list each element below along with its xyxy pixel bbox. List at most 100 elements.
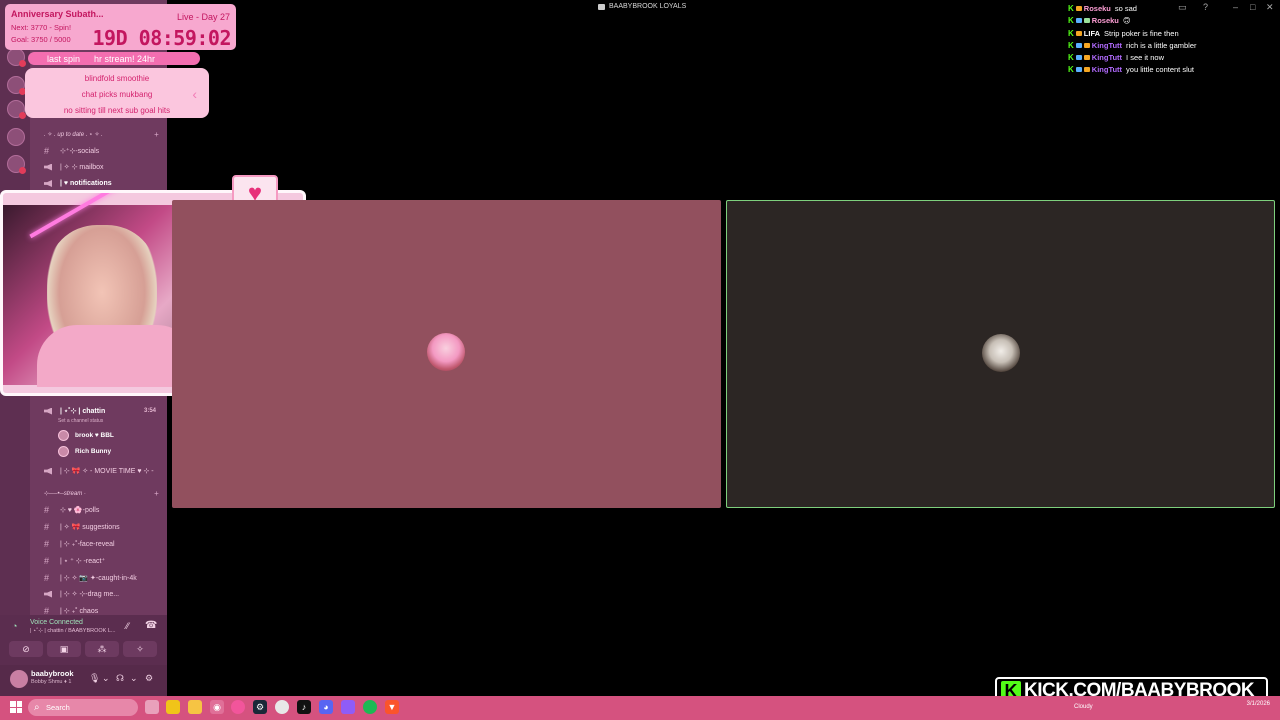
server-icon[interactable] bbox=[7, 128, 25, 146]
user-status: Bobby Shmu ♦ 1 bbox=[31, 679, 72, 685]
speaker-icon bbox=[44, 407, 52, 415]
camera-off-button[interactable]: ⊘ bbox=[9, 641, 43, 657]
channel-item[interactable]: # ⊹ ♥ 🌸-polls bbox=[44, 505, 99, 515]
steam-icon[interactable]: ⚙ bbox=[253, 700, 267, 714]
voice-user-name: brook ♥ BBL bbox=[75, 432, 114, 439]
chat-message: K Roseku 🙃 bbox=[1068, 16, 1131, 25]
server-icon[interactable] bbox=[7, 48, 26, 67]
chat-message: K LIFA Strip poker is fine then bbox=[1068, 29, 1179, 38]
call-tile-self[interactable] bbox=[172, 200, 721, 508]
channel-item[interactable]: # ⊹⁺⊹-socials bbox=[44, 146, 99, 156]
kick-badge-icon: K bbox=[1068, 41, 1074, 50]
brave-icon[interactable]: ▼ bbox=[385, 700, 399, 714]
channel-status[interactable]: Set a channel status bbox=[58, 418, 103, 424]
server-icon[interactable] bbox=[7, 76, 26, 95]
chevron-down-icon[interactable]: ⌄ bbox=[102, 673, 110, 684]
channel-label: | ✧ ⊹ mailbox bbox=[60, 164, 104, 171]
wheel-item: no sitting till next sub goal hits bbox=[63, 106, 171, 115]
username: baabybrook bbox=[31, 669, 74, 678]
gear-icon[interactable]: ⚙ bbox=[145, 673, 153, 684]
chat-message: K Roseku so sad bbox=[1068, 4, 1137, 13]
kick-badge-icon: K bbox=[1068, 65, 1074, 74]
soundboard-button[interactable]: ✧ bbox=[123, 641, 157, 657]
inbox-icon[interactable]: ▭ bbox=[1178, 2, 1187, 13]
voice-location[interactable]: | ⋆˚⊹ | chattin / BAABYBROOK L... bbox=[30, 628, 116, 634]
category-header[interactable]: ⊹──•─stream · + bbox=[44, 489, 159, 498]
hash-icon: # bbox=[44, 556, 50, 566]
channel-item[interactable]: | ✧ ⊹ mailbox bbox=[44, 163, 104, 171]
kick-badge-icon: K bbox=[1068, 53, 1074, 62]
subathon-title: Anniversary Subath... bbox=[11, 9, 104, 19]
taskbar: Search ◉ ⚙ ♪ ◕ ▼ Cloudy 3/1/2026 bbox=[0, 696, 1280, 720]
chat-text: so sad bbox=[1114, 4, 1137, 13]
diamond-badge-icon bbox=[1075, 67, 1082, 72]
task-view-icon[interactable] bbox=[145, 700, 159, 714]
chrome-icon[interactable] bbox=[275, 700, 289, 714]
windows-start-icon[interactable] bbox=[10, 701, 22, 713]
speaker-icon bbox=[44, 163, 52, 171]
voice-user[interactable]: Rich Bunny bbox=[58, 446, 111, 457]
chevron-down-icon[interactable]: ⌄ bbox=[130, 673, 138, 684]
server-icon[interactable] bbox=[7, 155, 26, 174]
channel-label: | ⊹ ₊˚-face-reveal bbox=[60, 541, 115, 548]
category-header[interactable]: . ✧ . up to date . ⋆ ✧ . + bbox=[44, 130, 159, 139]
crown-badge-icon bbox=[1083, 67, 1090, 72]
avatar bbox=[427, 333, 465, 371]
help-icon[interactable]: ? bbox=[1203, 2, 1208, 12]
system-clock[interactable]: 3/1/2026 bbox=[1247, 700, 1270, 708]
hash-icon: # bbox=[44, 573, 50, 583]
sticky-notes-icon[interactable] bbox=[166, 700, 180, 714]
channel-item[interactable]: # | ⊹ ₊˚-face-reveal bbox=[44, 539, 115, 549]
hash-icon: # bbox=[44, 522, 50, 532]
channel-item[interactable]: # | ✧ 🎀 suggestions bbox=[44, 522, 120, 532]
channel-item[interactable]: | ⊹ ✧ ⊹-drag me... bbox=[44, 590, 119, 598]
app-icon[interactable] bbox=[231, 700, 245, 714]
window-title-text: BAABYBROOK LOYALS bbox=[609, 3, 687, 10]
file-explorer-icon[interactable] bbox=[188, 700, 202, 714]
microphone-icon[interactable]: 🎙 bbox=[89, 673, 100, 684]
channel-label: | ⋆˚⊹ | chattin bbox=[60, 408, 106, 415]
avatar bbox=[982, 334, 1020, 372]
disconnect-icon[interactable]: ☎ bbox=[145, 620, 157, 631]
spotify-icon[interactable] bbox=[363, 700, 377, 714]
channel-label: | ⊹ 🎀 ✧ - MOVIE TIME ♥ ⊹ - bbox=[60, 468, 154, 475]
spin-label: hr stream! 24hr bbox=[94, 53, 156, 64]
noise-suppression-icon[interactable]: ⁄⁄ bbox=[126, 621, 129, 631]
channel-item[interactable]: # | ⋆ ⁺ ⊹ -react⁺ bbox=[44, 556, 105, 566]
channel-label: | ♥ notifications bbox=[60, 180, 112, 187]
obs-icon[interactable]: ◉ bbox=[210, 700, 224, 714]
kick-badge-icon: K bbox=[1068, 16, 1074, 25]
voice-user[interactable]: brook ♥ BBL bbox=[58, 430, 114, 441]
goal-progress: Goal: 3750 / 5000 bbox=[11, 35, 71, 44]
kick-badge-icon: K bbox=[1068, 4, 1074, 13]
avatar[interactable] bbox=[10, 670, 28, 688]
add-channel-icon[interactable]: + bbox=[154, 489, 159, 498]
screen-share-button[interactable]: ▣ bbox=[47, 641, 81, 657]
taskbar-search[interactable]: Search bbox=[28, 699, 138, 716]
channel-item[interactable]: | ⊹ 🎀 ✧ - MOVIE TIME ♥ ⊹ - bbox=[44, 467, 154, 475]
channel-label: | ⋆ ⁺ ⊹ -react⁺ bbox=[60, 558, 106, 565]
channel-item[interactable]: # | ⊹ ✧ 📷 ✦-caught-in-4k bbox=[44, 573, 137, 583]
headphones-icon[interactable]: ☊ bbox=[116, 673, 124, 684]
signal-icon[interactable]: ◔ bbox=[12, 621, 17, 631]
close-icon[interactable]: ✕ bbox=[1266, 2, 1274, 13]
chat-text: I see it now bbox=[1126, 53, 1164, 62]
chat-text: Strip poker is fine then bbox=[1104, 29, 1179, 38]
tiktok-icon[interactable]: ♪ bbox=[297, 700, 311, 714]
maximize-icon[interactable]: □ bbox=[1250, 2, 1255, 12]
server-icon[interactable] bbox=[7, 100, 26, 119]
voice-channel-chattin[interactable]: | ⋆˚⊹ | chattin 3:54 bbox=[44, 407, 156, 415]
user-panel: baabybrook Bobby Shmu ♦ 1 🎙 ⌄ ☊ ⌄ ⚙ bbox=[0, 665, 167, 696]
app-icon[interactable] bbox=[341, 700, 355, 714]
channel-label: ⊹⁺⊹-socials bbox=[60, 148, 100, 155]
call-tile-speaking[interactable] bbox=[726, 200, 1275, 508]
discord-icon[interactable]: ◕ bbox=[319, 700, 333, 714]
weather-widget[interactable]: Cloudy bbox=[1074, 704, 1093, 710]
channel-item[interactable]: | ♥ notifications bbox=[44, 180, 112, 187]
chat-text: rich is a little gambler bbox=[1126, 41, 1197, 50]
activities-button[interactable]: ⁂ bbox=[85, 641, 119, 657]
minimize-icon[interactable]: – bbox=[1233, 2, 1238, 12]
crown-badge-icon bbox=[1075, 31, 1082, 36]
add-channel-icon[interactable]: + bbox=[154, 130, 159, 139]
live-day: Live - Day 27 bbox=[176, 12, 230, 22]
